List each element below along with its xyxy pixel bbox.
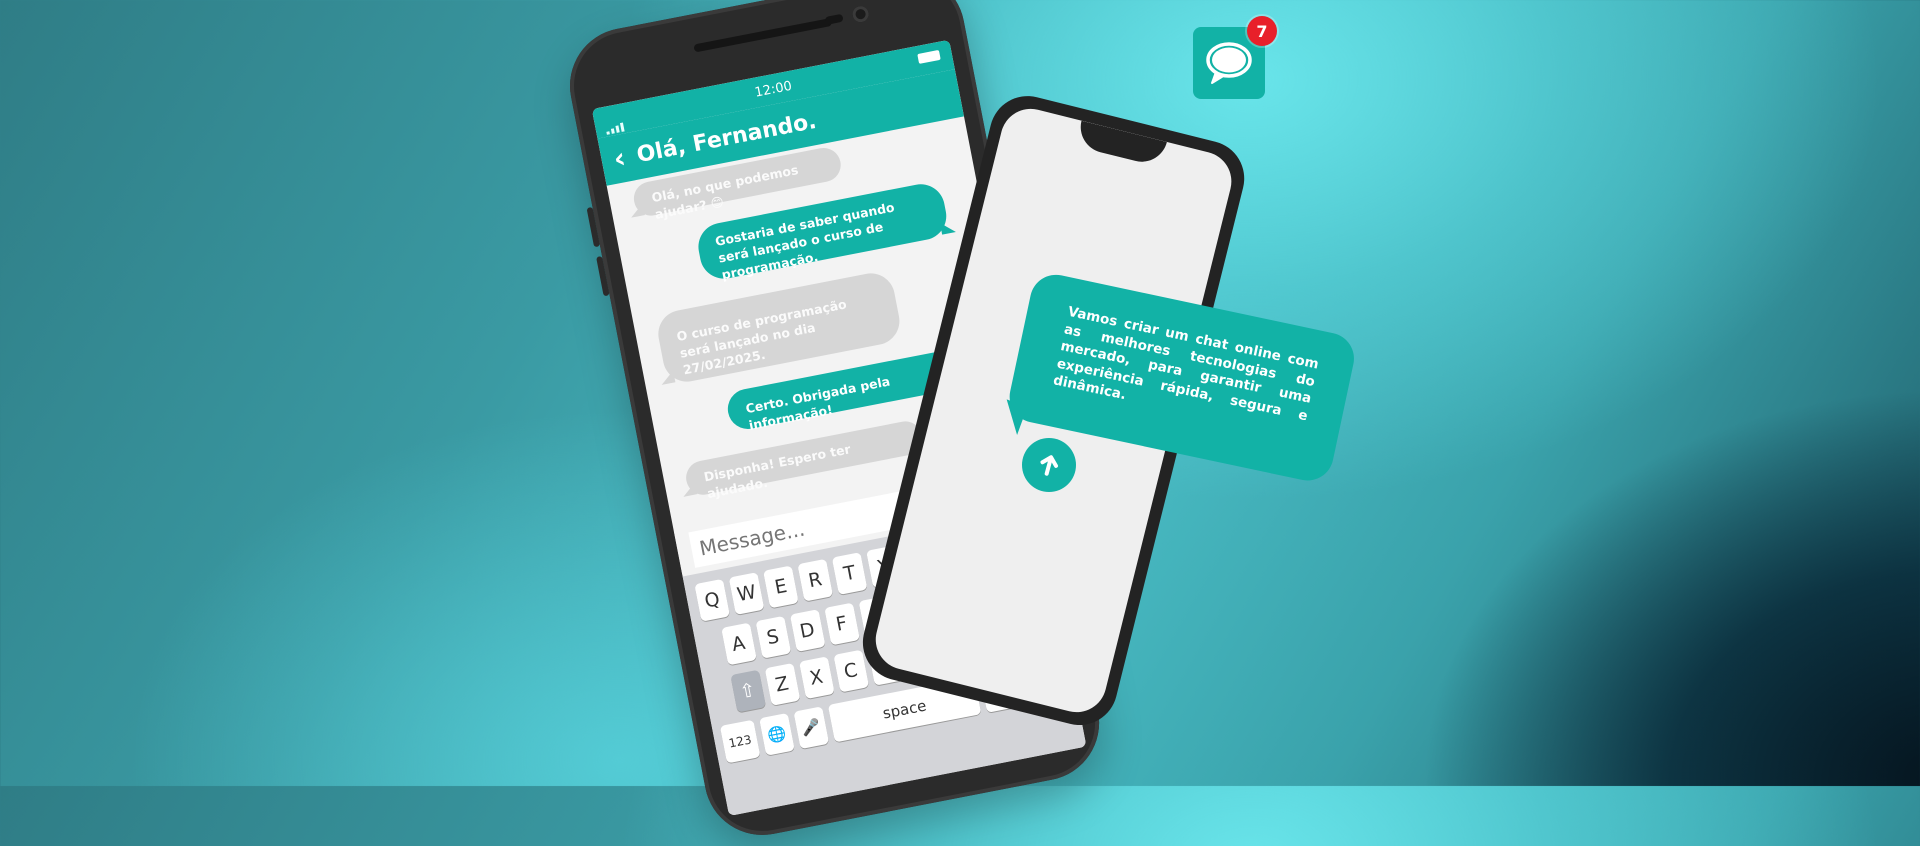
chevron-left-icon[interactable]: ‹ (611, 141, 629, 176)
volume-up-button (586, 206, 601, 248)
globe-icon[interactable]: 🌐 (759, 712, 795, 756)
front-camera (851, 4, 870, 24)
key-r[interactable]: R (797, 558, 834, 602)
key-w[interactable]: W (728, 572, 765, 615)
numbers-key[interactable]: 123 (719, 719, 761, 764)
earpiece-speaker (693, 17, 833, 53)
phone-notch (1075, 120, 1167, 168)
shift-arrow-icon[interactable]: ⇧ (729, 669, 766, 713)
key-t[interactable]: T (831, 552, 868, 595)
key-e[interactable]: E (763, 565, 799, 609)
volume-down-button (596, 255, 610, 297)
proximity-sensor (824, 13, 844, 25)
key-q[interactable]: Q (694, 578, 731, 622)
notification-badge: 7 (1247, 16, 1277, 46)
chat-bubble-icon (1206, 42, 1252, 84)
key-c[interactable]: C (832, 649, 869, 693)
message-bubble-incoming: Disponha! Espero ter ajudado. (683, 418, 926, 501)
key-a[interactable]: A (720, 622, 757, 666)
key-d[interactable]: D (789, 609, 826, 653)
send-button[interactable] (1022, 438, 1076, 492)
key-s[interactable]: S (755, 615, 791, 659)
microphone-icon[interactable]: 🎤 (793, 706, 829, 750)
key-z[interactable]: Z (764, 663, 800, 706)
key-x[interactable]: X (798, 656, 835, 700)
key-f[interactable]: F (823, 602, 860, 646)
arrow-up-icon (1040, 455, 1059, 476)
